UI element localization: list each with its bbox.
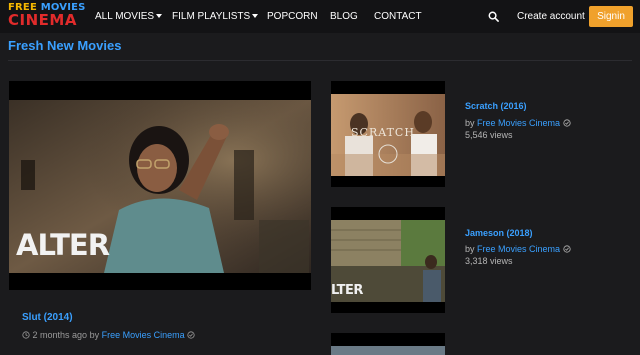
featured-movie-thumbnail[interactable]: ALTER xyxy=(9,81,311,290)
nav-blog[interactable]: BLOG xyxy=(330,11,358,22)
movie-still-partial xyxy=(331,346,445,355)
movie-author-line-jameson: by Free Movies Cinema xyxy=(465,244,571,254)
featured-movie-author[interactable]: Free Movies Cinema xyxy=(102,330,185,340)
verified-check-icon xyxy=(187,331,195,339)
nav-all-movies-label: ALL MOVIES xyxy=(95,11,155,22)
featured-overlay-title: ALTER xyxy=(16,228,110,262)
nav-all-movies[interactable]: ALL MOVIES xyxy=(95,11,163,22)
movie-thumbnail-jameson[interactable]: LTER xyxy=(331,207,445,313)
create-account-link[interactable]: Create account xyxy=(517,11,585,22)
signin-button[interactable]: Signin xyxy=(589,6,633,27)
movie-views-scratch: 5,546 views xyxy=(465,130,513,140)
movie-thumb-text-jameson: LTER xyxy=(331,283,363,298)
nav-contact[interactable]: CONTACT xyxy=(374,11,422,22)
movie-by-jameson: by xyxy=(465,244,475,254)
nav-film-playlists[interactable]: FILM PLAYLISTS xyxy=(172,11,259,22)
clock-icon xyxy=(22,331,30,339)
chevron-down-icon xyxy=(252,14,259,18)
nav-film-playlists-label: FILM PLAYLISTS xyxy=(172,11,251,22)
section-divider xyxy=(8,60,632,61)
movie-views-jameson: 3,318 views xyxy=(465,256,513,266)
featured-movie-by: by xyxy=(89,330,100,340)
search-icon[interactable] xyxy=(488,11,499,22)
featured-movie-time: 2 months ago xyxy=(32,330,88,340)
verified-check-icon xyxy=(562,245,571,253)
nav-contact-label: CONTACT xyxy=(374,11,422,22)
logo-word-cinema: CINEMA xyxy=(8,11,77,29)
movie-author-jameson[interactable]: Free Movies Cinema xyxy=(477,244,560,254)
movie-thumbnail-scratch[interactable]: SCRATCH xyxy=(331,81,445,187)
site-logo[interactable]: FREE MOVIES CINEMA xyxy=(8,3,86,28)
movie-title-jameson[interactable]: Jameson (2018) xyxy=(465,228,533,238)
movie-title-scratch[interactable]: Scratch (2016) xyxy=(465,101,527,111)
verified-check-icon xyxy=(562,119,571,127)
movie-thumb-text-scratch: SCRATCH xyxy=(351,126,415,139)
movie-by-scratch: by xyxy=(465,118,475,128)
movie-author-line-scratch: by Free Movies Cinema xyxy=(465,118,571,128)
featured-movie-meta: 2 months ago by Free Movies Cinema xyxy=(22,330,195,340)
movie-author-scratch[interactable]: Free Movies Cinema xyxy=(477,118,560,128)
chevron-down-icon xyxy=(156,14,163,18)
nav-popcorn-label: POPCORN xyxy=(267,11,318,22)
featured-movie-title[interactable]: Slut (2014) xyxy=(22,312,73,323)
nav-popcorn[interactable]: POPCORN xyxy=(267,11,318,22)
section-title: Fresh New Movies xyxy=(8,38,122,53)
movie-thumbnail-partial[interactable] xyxy=(331,333,445,355)
nav-blog-label: BLOG xyxy=(330,11,358,22)
